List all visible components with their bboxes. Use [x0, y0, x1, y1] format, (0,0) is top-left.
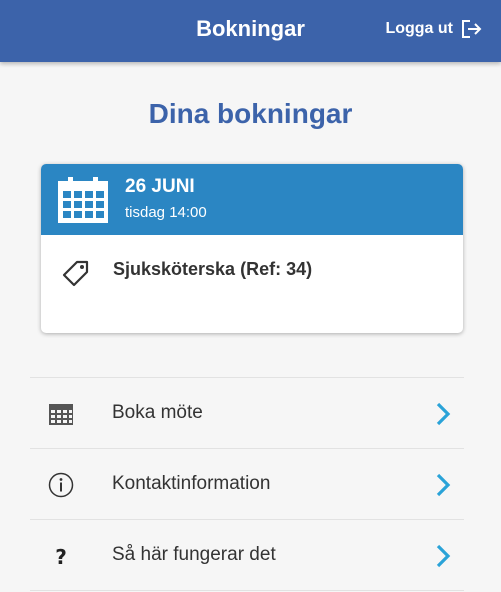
svg-text:?: ?	[55, 545, 67, 569]
calendar-icon	[58, 177, 108, 223]
menu-item-kontaktinformation[interactable]: Kontaktinformation	[30, 449, 464, 520]
menu-item-sa-har-fungerar-det[interactable]: ? Så här fungerar det	[30, 520, 464, 591]
app-header: Bokningar Logga ut	[0, 0, 501, 62]
question-icon: ?	[55, 545, 67, 569]
chevron-right-icon	[436, 402, 451, 426]
logout-button[interactable]: Logga ut	[385, 20, 483, 38]
chevron-right-icon	[436, 544, 451, 568]
menu-item-label: Så här fungerar det	[112, 544, 276, 565]
booking-card-header: 26 JUNI tisdag 14:00	[41, 164, 463, 235]
menu-item-label: Kontaktinformation	[112, 473, 271, 494]
booking-card[interactable]: 26 JUNI tisdag 14:00 Sjuksköterska (Ref:…	[41, 164, 463, 333]
booking-date: 26 JUNI	[125, 176, 195, 197]
chevron-right-icon	[436, 473, 451, 497]
calendar-icon	[49, 404, 73, 425]
menu-item-boka-mote[interactable]: Boka möte	[30, 378, 464, 449]
booking-card-body: Sjuksköterska (Ref: 34)	[41, 235, 463, 333]
booking-time: tisdag 14:00	[125, 204, 207, 221]
booking-service: Sjuksköterska (Ref: 34)	[113, 259, 313, 279]
logout-label: Logga ut	[385, 20, 453, 37]
info-icon	[48, 472, 74, 498]
menu-item-label: Boka möte	[112, 402, 203, 423]
page-title: Dina bokningar	[148, 98, 353, 129]
tag-icon	[62, 260, 89, 287]
logout-icon	[462, 20, 482, 38]
menu-list: Boka möte Kontaktinformation ? Så här fu…	[30, 377, 464, 591]
